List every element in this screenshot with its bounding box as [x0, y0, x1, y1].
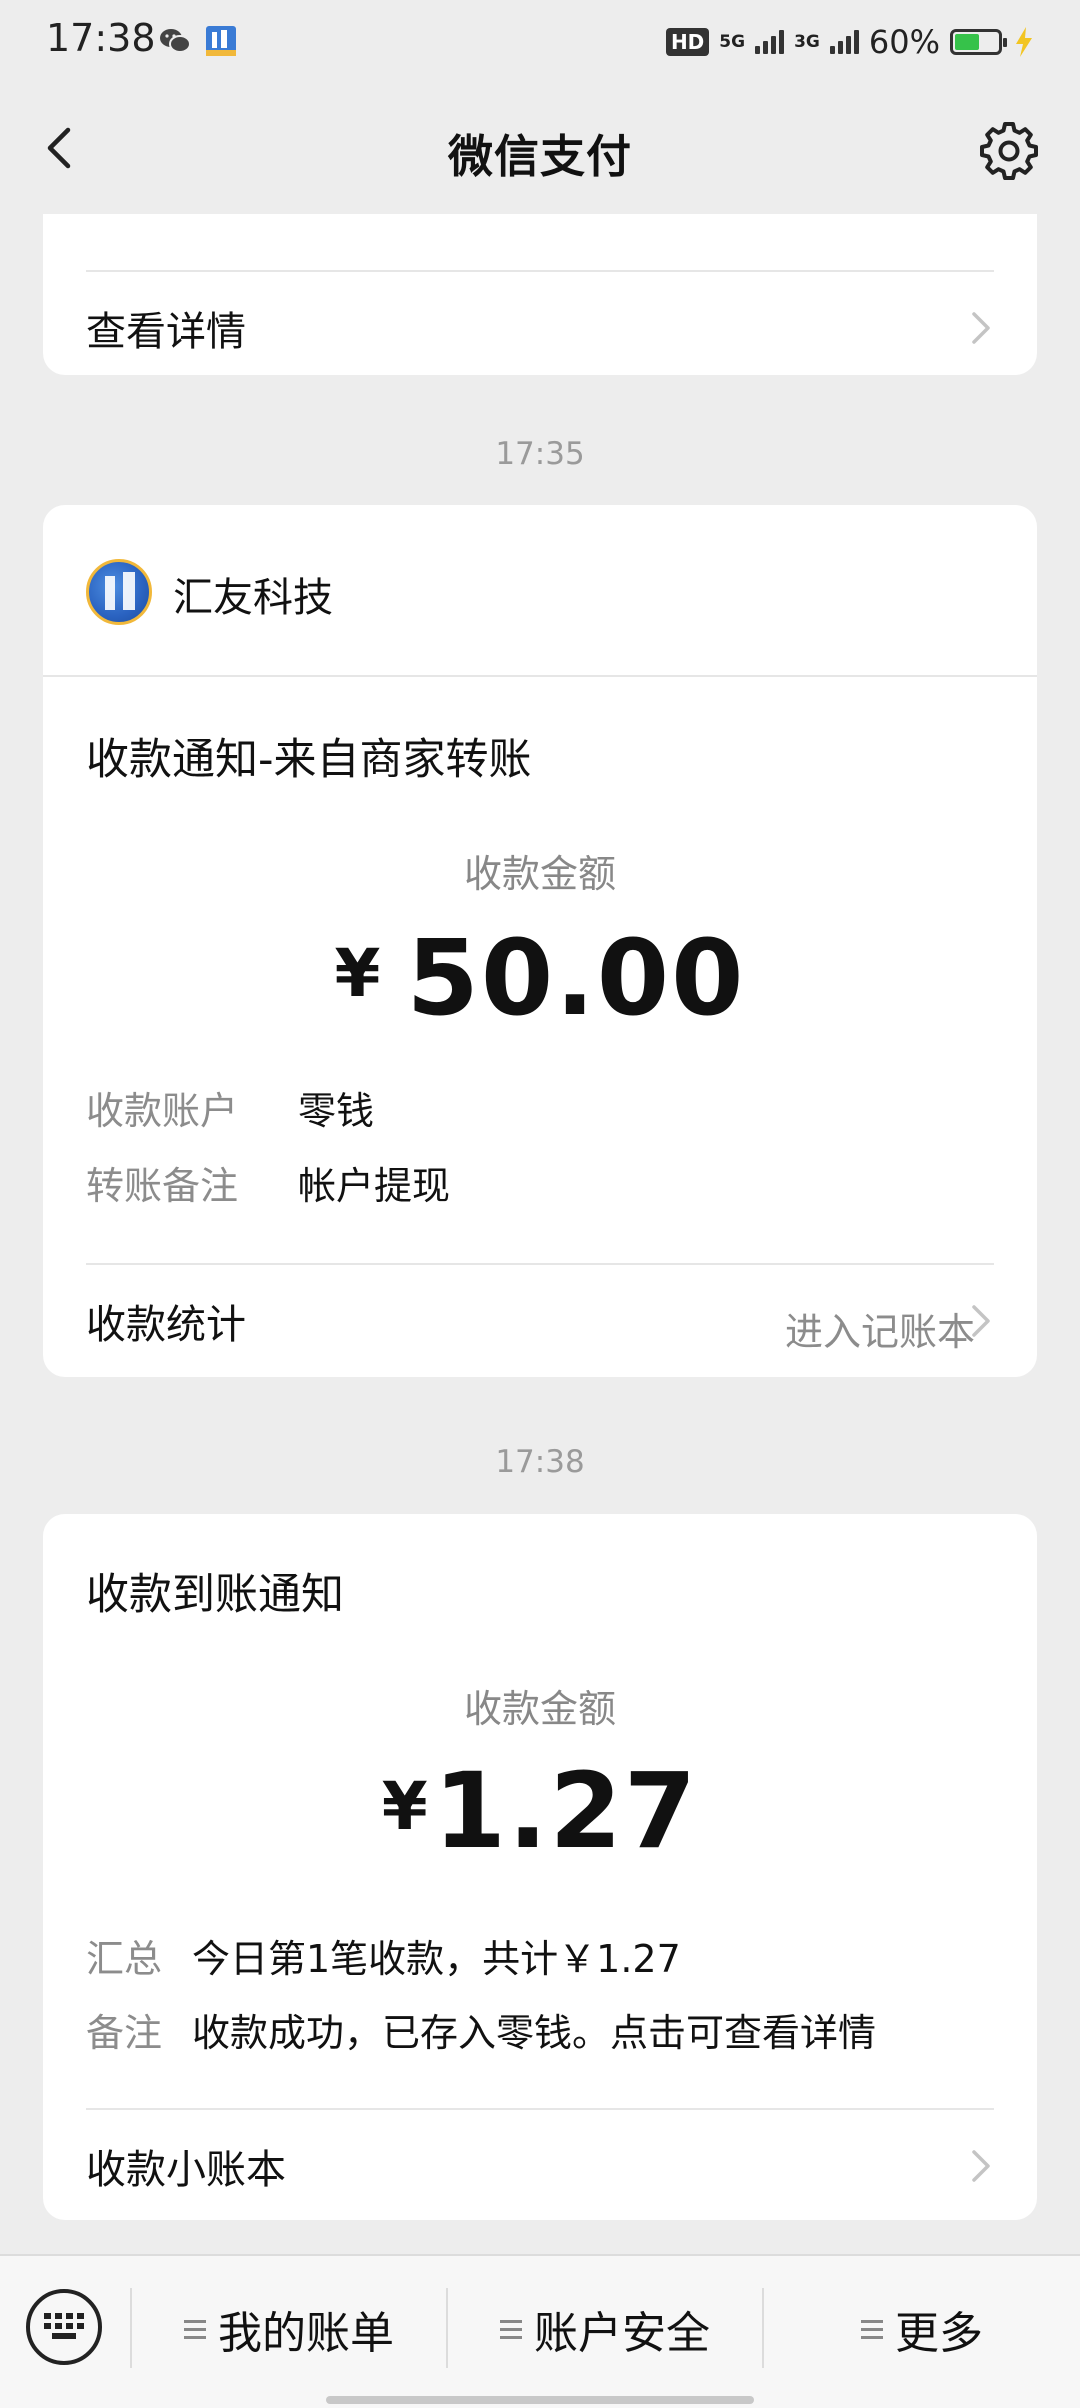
detail-key: 收款账户	[86, 1089, 239, 1133]
tab-account-security[interactable]: 账户安全	[448, 2294, 762, 2364]
card-title: 收款到账通知	[86, 1570, 344, 1620]
message-list[interactable]: 查看详情 17:35 汇友科技 收款通知-来自商家转账 收款金额 ¥50.00 …	[0, 214, 1080, 2254]
chevron-right-icon	[972, 312, 990, 344]
detail-row: 备注 收款成功，已存入零钱。点击可查看详情	[86, 2002, 876, 2057]
message-time: 17:35	[495, 436, 585, 472]
page-title: 微信支付	[447, 130, 632, 183]
menu-lines-icon	[184, 2319, 206, 2339]
status-time: 17:38	[46, 16, 156, 60]
menu-lines-icon	[500, 2319, 522, 2339]
network-5g-label: 5G	[719, 31, 746, 52]
amount-number: 50.00	[406, 917, 746, 1039]
hd-icon: HD	[665, 28, 710, 56]
detail-value: 帐户提现	[298, 1164, 451, 1208]
signal-icon	[755, 30, 785, 54]
nav-bar: 微信支付	[0, 84, 1080, 214]
card-title: 收款通知-来自商家转账	[86, 735, 532, 785]
detail-value: 收款成功，已存入零钱。点击可查看详情	[192, 2011, 877, 2055]
collection-stats-label: 收款统计	[86, 1302, 246, 1348]
app-icon	[206, 26, 236, 56]
receipt-ledger-label: 收款小账本	[86, 2147, 286, 2193]
tab-label: 更多	[895, 2308, 983, 2359]
detail-value: 今日第1笔收款，共计￥1.27	[192, 1937, 681, 1981]
status-bar: 17:38 HD 5G 3G 60%	[0, 0, 1080, 84]
merchant-logo	[86, 559, 152, 625]
detail-key: 转账备注	[86, 1164, 239, 1208]
amount-label: 收款金额	[463, 1687, 616, 1731]
open-ledger-link[interactable]: 进入记账本	[785, 1301, 975, 1356]
detail-key: 汇总	[86, 1937, 163, 1981]
bottom-menu-bar: 我的账单 账户安全 更多	[0, 2254, 1080, 2408]
view-details-label: 查看详情	[86, 309, 246, 355]
merchant-name: 汇友科技	[173, 575, 333, 621]
tab-my-bills[interactable]: 我的账单	[132, 2294, 446, 2364]
home-indicator[interactable]	[326, 2396, 754, 2404]
detail-row: 收款账户 零钱	[86, 1080, 374, 1135]
tab-label: 我的账单	[218, 2308, 394, 2359]
detail-row: 汇总 今日第1笔收款，共计￥1.27	[86, 1928, 681, 1983]
amount-value: ¥1.27	[43, 1750, 1037, 1872]
status-right-group: HD 5G 3G 60%	[665, 22, 1036, 62]
detail-value: 零钱	[298, 1089, 375, 1133]
message-time: 17:38	[495, 1444, 585, 1480]
gear-icon[interactable]	[978, 118, 1040, 180]
detail-row: 转账备注 帐户提现	[86, 1155, 450, 1210]
detail-key: 备注	[86, 2011, 163, 2055]
tab-more[interactable]: 更多	[764, 2294, 1080, 2364]
amount-value: ¥50.00	[43, 917, 1037, 1039]
currency-symbol: ¥	[334, 935, 381, 1012]
network-3g-label: 3G	[794, 31, 820, 52]
battery-percent: 60%	[868, 23, 940, 61]
menu-lines-icon	[861, 2319, 883, 2339]
keyboard-icon[interactable]	[26, 2289, 102, 2365]
message-card-partial[interactable]: 查看详情	[43, 214, 1037, 375]
currency-symbol: ¥	[381, 1768, 428, 1845]
amount-label: 收款金额	[463, 852, 616, 896]
message-card-receipt[interactable]: 收款到账通知 收款金额 ¥1.27 汇总 今日第1笔收款，共计￥1.27 备注 …	[43, 1514, 1037, 2220]
receipt-ledger-row[interactable]: 收款小账本	[86, 2110, 994, 2222]
chevron-right-icon	[972, 2150, 990, 2182]
divider	[43, 675, 1037, 677]
battery-icon	[950, 29, 1007, 55]
chevron-right-icon	[972, 1305, 990, 1337]
wechat-icon	[160, 29, 191, 53]
tab-label: 账户安全	[534, 2308, 710, 2359]
view-details-row[interactable]: 查看详情	[86, 272, 994, 384]
amount-number: 1.27	[433, 1750, 699, 1872]
signal-icon	[829, 30, 859, 54]
message-card-merchant-transfer[interactable]: 汇友科技 收款通知-来自商家转账 收款金额 ¥50.00 收款账户 零钱 转账备…	[43, 505, 1037, 1377]
charging-icon	[1016, 27, 1032, 57]
